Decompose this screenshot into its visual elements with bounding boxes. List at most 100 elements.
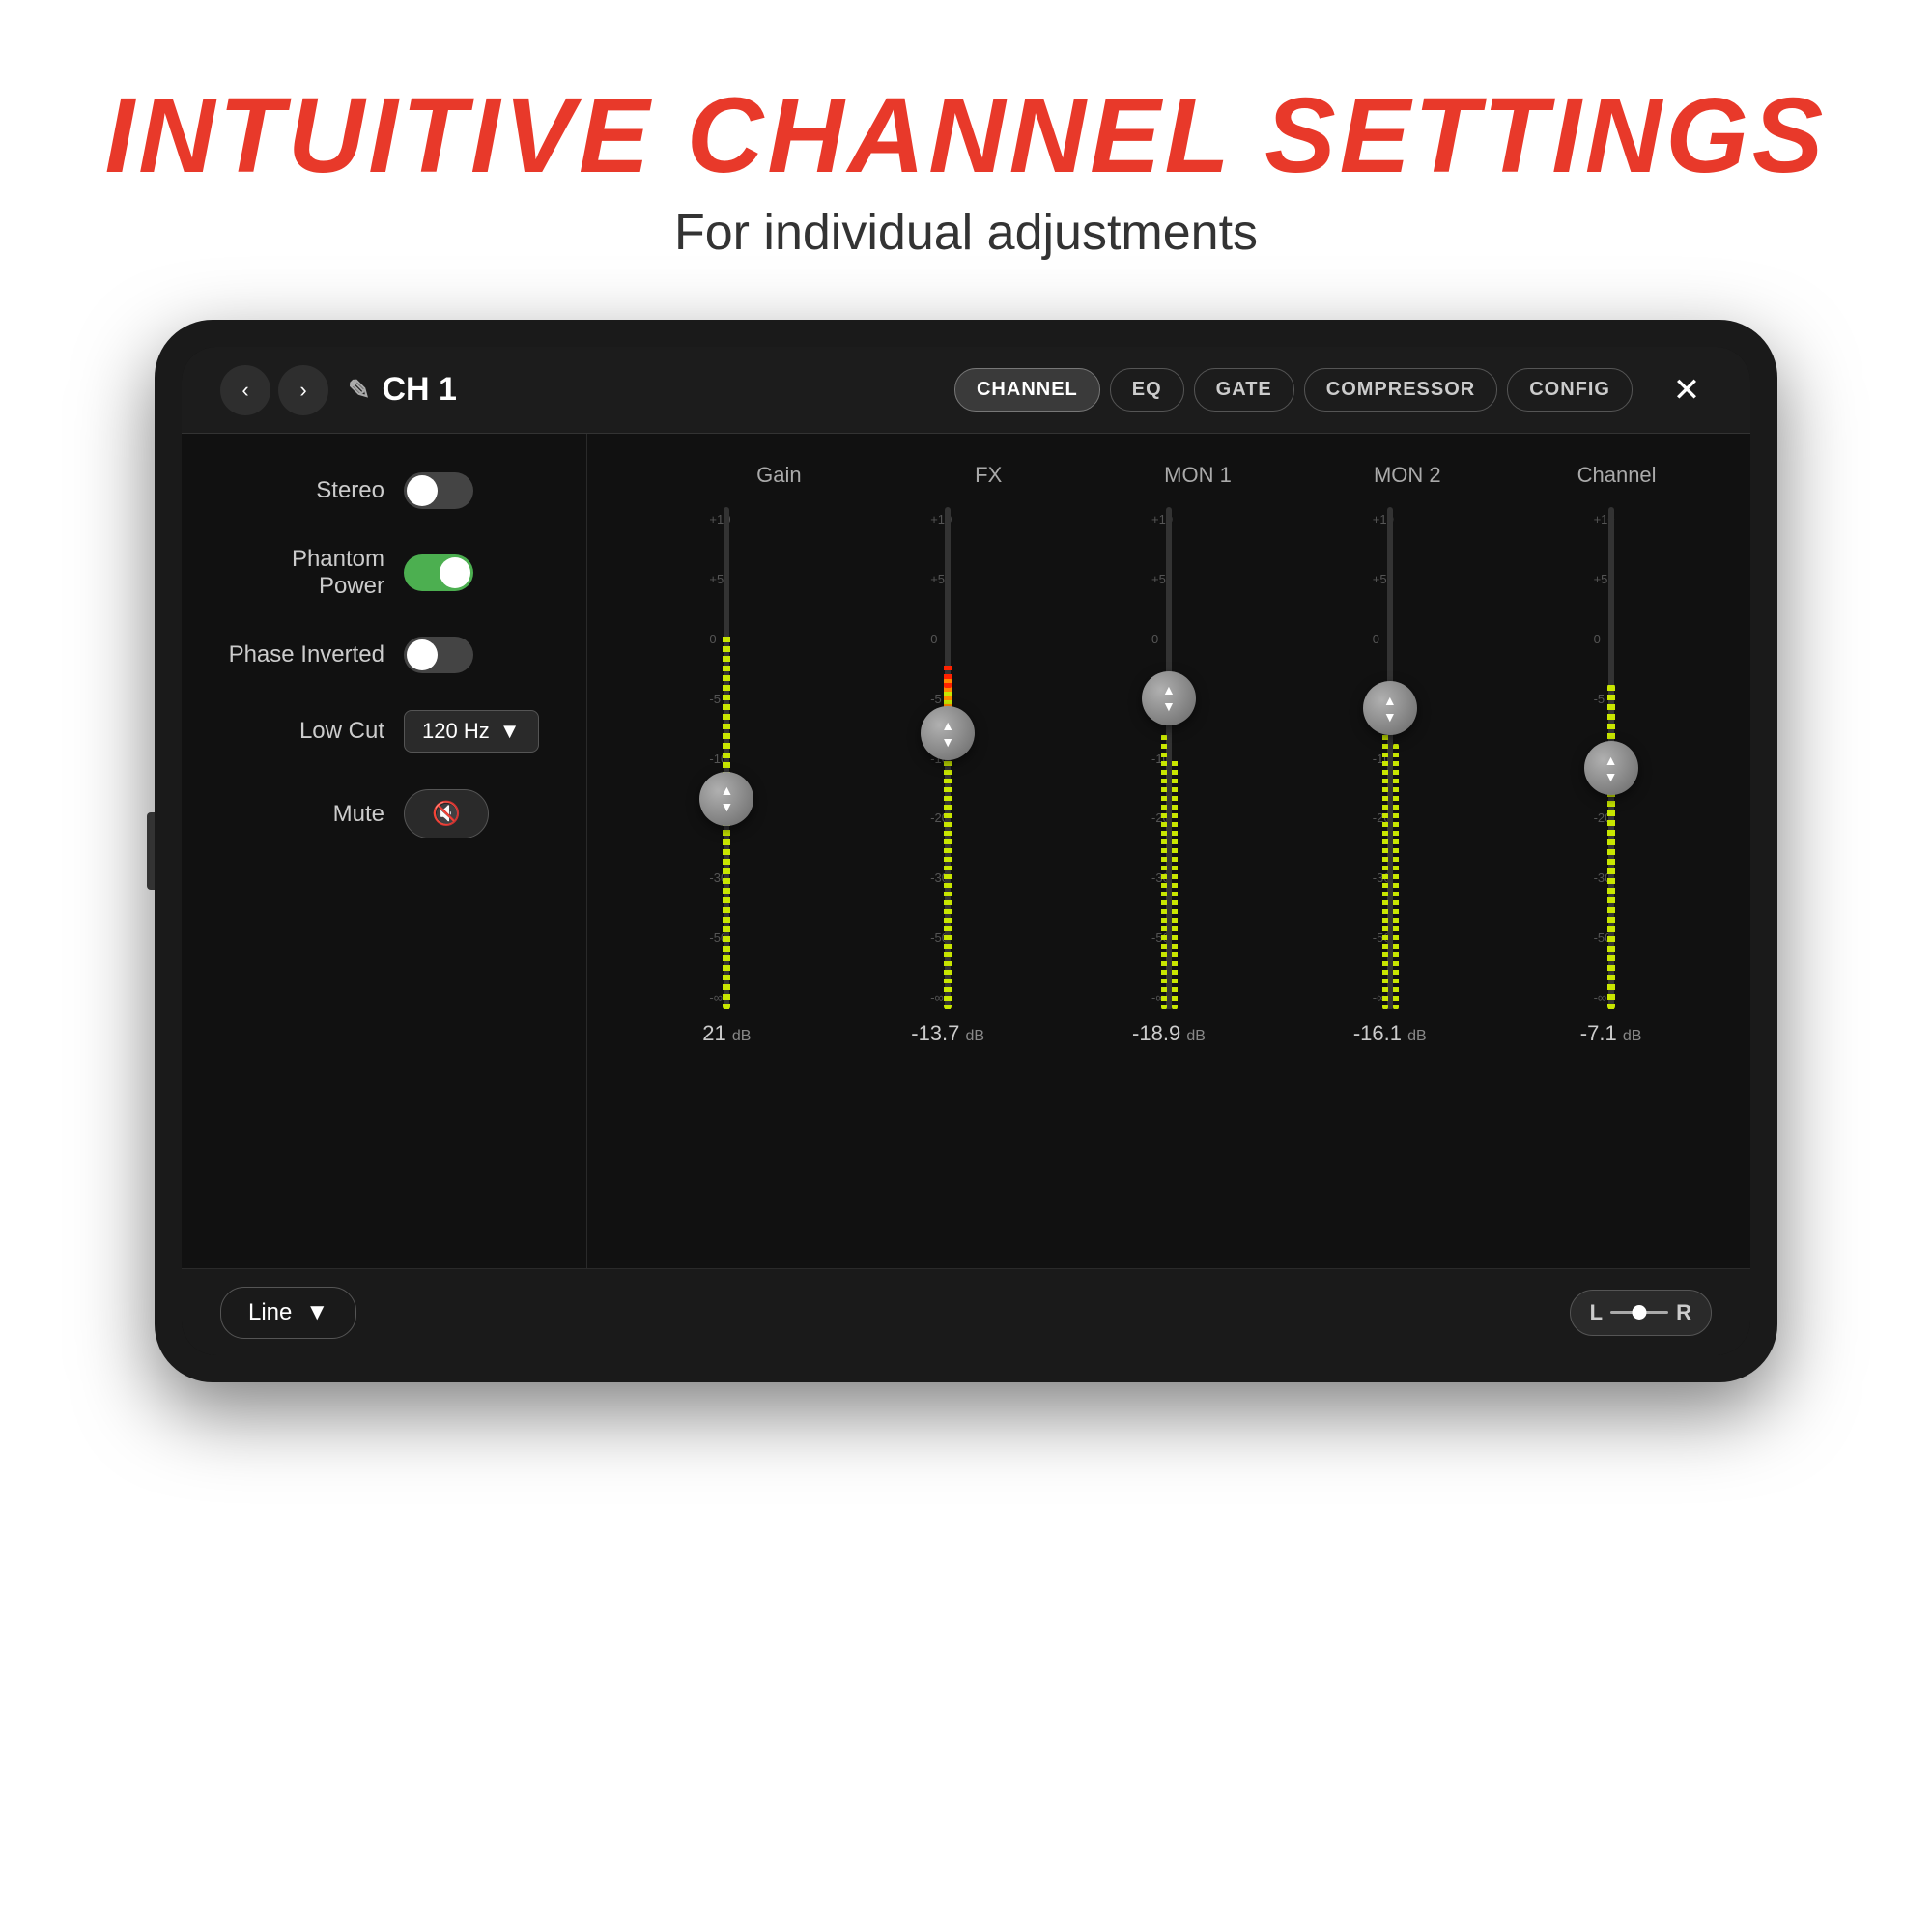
phantom-control: Phantom Power bbox=[220, 546, 548, 600]
input-type-dropdown[interactable]: Line ▼ bbox=[220, 1287, 356, 1339]
fader-fx-rail: ▲ ▼ bbox=[945, 507, 951, 1009]
fader-mon2-rail: ▲ ▼ bbox=[1387, 507, 1393, 1009]
fader-channel: +10 +5 0 -5 -10 -20 -30 -50 -∞ bbox=[1534, 507, 1689, 1046]
tab-channel[interactable]: CHANNEL bbox=[954, 368, 1100, 412]
mute-button[interactable]: 🔇 bbox=[404, 789, 489, 838]
fader-fx-level-red bbox=[944, 663, 952, 688]
phase-toggle[interactable] bbox=[404, 637, 473, 673]
fader-channel-track: +10 +5 0 -5 -10 -20 -30 -50 -∞ bbox=[1573, 507, 1650, 1009]
fader-mon1-value: -18.9 dB bbox=[1132, 1021, 1206, 1046]
fader-mon2-level-right bbox=[1393, 743, 1399, 1009]
handle-up-icon: ▲ bbox=[1162, 683, 1176, 696]
pan-dot bbox=[1633, 1305, 1647, 1320]
tab-group: CHANNEL EQ GATE COMPRESSOR CONFIG bbox=[954, 368, 1633, 412]
pan-control[interactable]: L R bbox=[1570, 1290, 1712, 1336]
phantom-toggle[interactable] bbox=[404, 554, 473, 591]
fader-gain-track: +10 +5 0 -5 -10 -20 -30 -50 -∞ bbox=[688, 507, 765, 1009]
phase-label: Phase Inverted bbox=[220, 641, 384, 668]
close-button[interactable]: ✕ bbox=[1662, 365, 1712, 415]
handle-down-icon: ▼ bbox=[941, 735, 954, 749]
fader-mon1-level-left bbox=[1161, 733, 1167, 1009]
phantom-label: Phantom Power bbox=[220, 546, 384, 600]
handle-down-icon: ▼ bbox=[1605, 770, 1618, 783]
fader-mon2: +10 +5 0 -5 -10 -20 -30 -50 -∞ bbox=[1313, 507, 1467, 1046]
input-type-value: Line bbox=[248, 1299, 292, 1326]
tablet-device: ‹ › ✎ CH 1 CHANNEL EQ GATE COMPRESSOR CO… bbox=[155, 320, 1777, 1382]
fader-channel-handle[interactable]: ▲ ▼ bbox=[1584, 741, 1638, 795]
fader-header-channel: Channel bbox=[1540, 463, 1694, 488]
next-channel-button[interactable]: › bbox=[278, 365, 328, 415]
stereo-control: Stereo bbox=[220, 472, 548, 509]
fader-channel-rail: ▲ ▼ bbox=[1608, 507, 1614, 1009]
bottom-bar: Line ▼ L R bbox=[182, 1268, 1750, 1355]
fader-gain: +10 +5 0 -5 -10 -20 -30 -50 -∞ bbox=[649, 507, 804, 1046]
fader-fx-track: +10 +5 0 -5 -10 -20 -30 -50 -∞ bbox=[909, 507, 986, 1009]
fader-mon2-level-left bbox=[1382, 718, 1388, 1009]
left-panel: Stereo Phantom Power Phase Inverted bbox=[182, 434, 587, 1268]
fader-header-mon2: MON 2 bbox=[1330, 463, 1485, 488]
fader-mon1-level-right bbox=[1172, 758, 1178, 1009]
fader-mon1: +10 +5 0 -5 -10 -20 -30 -50 -∞ bbox=[1092, 507, 1246, 1046]
handle-up-icon: ▲ bbox=[941, 719, 954, 732]
phase-control: Phase Inverted bbox=[220, 637, 548, 673]
handle-down-icon: ▼ bbox=[1162, 699, 1176, 713]
sub-title: For individual adjustments bbox=[105, 204, 1828, 262]
handle-up-icon: ▲ bbox=[1383, 694, 1397, 707]
tab-gate[interactable]: GATE bbox=[1194, 368, 1294, 412]
fader-header-fx: FX bbox=[911, 463, 1065, 488]
fader-channel-value: -7.1 dB bbox=[1580, 1021, 1642, 1046]
low-cut-dropdown[interactable]: 120 Hz ▼ bbox=[404, 710, 539, 753]
handle-up-icon: ▲ bbox=[720, 783, 733, 797]
page-header: INTUITIVE CHANNEL SETTINGS For individua… bbox=[105, 77, 1828, 262]
fader-mon1-rail: ▲ ▼ bbox=[1166, 507, 1172, 1009]
pan-line bbox=[1610, 1311, 1668, 1314]
fader-mon2-value: -16.1 dB bbox=[1353, 1021, 1427, 1046]
edit-icon[interactable]: ✎ bbox=[348, 374, 370, 406]
faders-row: +10 +5 0 -5 -10 -20 -30 -50 -∞ bbox=[616, 497, 1721, 1249]
fader-gain-value: 21 dB bbox=[702, 1021, 751, 1046]
nav-bar: ‹ › ✎ CH 1 CHANNEL EQ GATE COMPRESSOR CO… bbox=[182, 347, 1750, 434]
tab-config[interactable]: CONFIG bbox=[1507, 368, 1633, 412]
low-cut-control: Low Cut 120 Hz ▼ bbox=[220, 710, 548, 753]
fader-gain-handle[interactable]: ▲ ▼ bbox=[699, 772, 753, 826]
handle-down-icon: ▼ bbox=[1383, 710, 1397, 724]
pan-label-l: L bbox=[1590, 1300, 1603, 1325]
content-area: Stereo Phantom Power Phase Inverted bbox=[182, 434, 1750, 1268]
fader-gain-rail: ▲ ▼ bbox=[724, 507, 729, 1009]
tablet-screen: ‹ › ✎ CH 1 CHANNEL EQ GATE COMPRESSOR CO… bbox=[182, 347, 1750, 1355]
fader-header-gain: Gain bbox=[701, 463, 856, 488]
pan-label-r: R bbox=[1676, 1300, 1691, 1325]
fader-mon2-handle[interactable]: ▲ ▼ bbox=[1363, 681, 1417, 735]
fader-fx: +10 +5 0 -5 -10 -20 -30 -50 -∞ bbox=[870, 507, 1025, 1046]
phantom-toggle-knob bbox=[440, 557, 470, 588]
tab-eq[interactable]: EQ bbox=[1110, 368, 1184, 412]
input-type-arrow-icon: ▼ bbox=[305, 1299, 328, 1326]
mute-icon: 🔇 bbox=[432, 800, 461, 828]
mute-control: Mute 🔇 bbox=[220, 789, 548, 838]
mute-label: Mute bbox=[220, 801, 384, 828]
handle-down-icon: ▼ bbox=[720, 800, 733, 813]
low-cut-arrow-icon: ▼ bbox=[499, 719, 521, 744]
phase-toggle-knob bbox=[407, 639, 438, 670]
nav-arrows: ‹ › bbox=[220, 365, 328, 415]
low-cut-label: Low Cut bbox=[220, 718, 384, 745]
stereo-label: Stereo bbox=[220, 477, 384, 504]
prev-channel-button[interactable]: ‹ bbox=[220, 365, 270, 415]
tablet-side-button bbox=[147, 812, 155, 890]
fader-headers: Gain FX MON 1 MON 2 Channel bbox=[616, 453, 1721, 497]
stereo-toggle[interactable] bbox=[404, 472, 473, 509]
channel-name-label: CH 1 bbox=[382, 371, 456, 409]
right-panel: Gain FX MON 1 MON 2 Channel +10 +5 bbox=[587, 434, 1750, 1268]
fader-mon2-track: +10 +5 0 -5 -10 -20 -30 -50 -∞ bbox=[1351, 507, 1429, 1009]
tab-compressor[interactable]: COMPRESSOR bbox=[1304, 368, 1497, 412]
stereo-toggle-knob bbox=[407, 475, 438, 506]
low-cut-value: 120 Hz bbox=[422, 719, 490, 744]
fader-fx-handle[interactable]: ▲ ▼ bbox=[921, 706, 975, 760]
channel-name: ✎ CH 1 bbox=[348, 371, 457, 409]
main-title: INTUITIVE CHANNEL SETTINGS bbox=[105, 77, 1828, 194]
fader-header-mon1: MON 1 bbox=[1121, 463, 1275, 488]
fader-channel-level bbox=[1607, 683, 1615, 1009]
fader-mon1-track: +10 +5 0 -5 -10 -20 -30 -50 -∞ bbox=[1130, 507, 1208, 1009]
fader-fx-value: -13.7 dB bbox=[911, 1021, 984, 1046]
fader-mon1-handle[interactable]: ▲ ▼ bbox=[1142, 671, 1196, 725]
